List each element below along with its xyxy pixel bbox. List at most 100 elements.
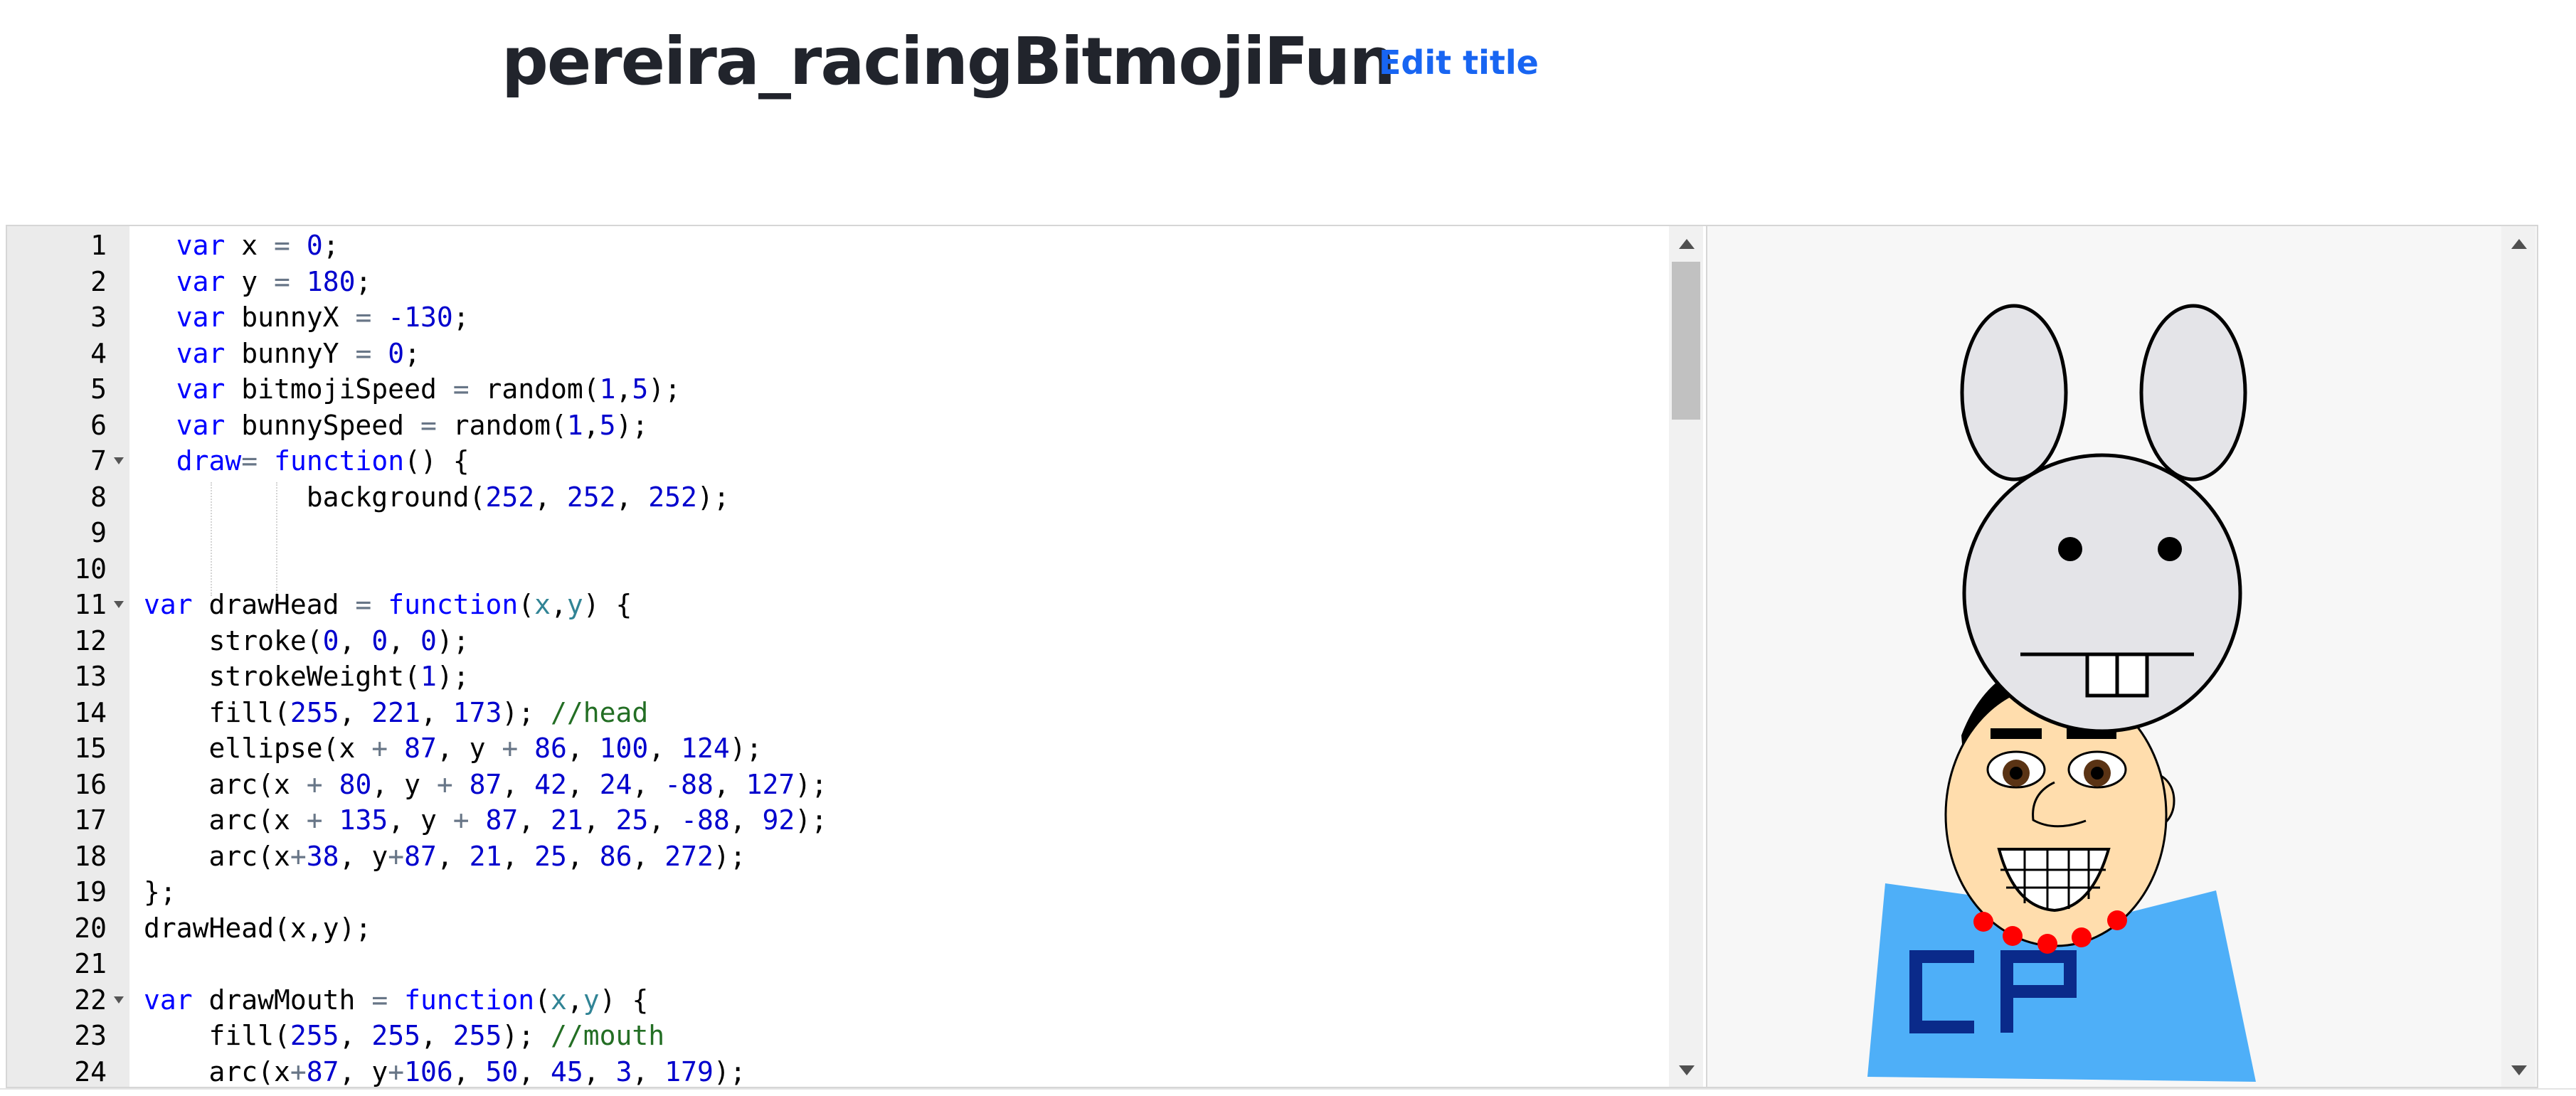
bunny-left-ear <box>1960 304 2068 482</box>
code-token: + <box>388 840 405 872</box>
scroll-up-icon[interactable] <box>1679 239 1695 249</box>
scroll-down-icon[interactable] <box>1679 1065 1695 1075</box>
code-line[interactable]: ellipse(x + 87, y + 86, 100, 124); <box>144 730 763 767</box>
line-number: 9 <box>90 517 107 548</box>
fold-toggle-icon[interactable] <box>114 457 124 464</box>
code-token: ); <box>713 1055 746 1087</box>
fold-toggle-icon[interactable] <box>114 601 124 608</box>
code-line[interactable]: arc(x+87, y+106, 50, 45, 3, 179); <box>144 1054 746 1087</box>
code-line[interactable]: var drawMouth = function(x,y) { <box>144 982 648 1018</box>
code-token: var <box>176 230 226 261</box>
code-token: function <box>388 589 519 620</box>
editor-scrollbar[interactable] <box>1669 226 1703 1087</box>
code-token: , <box>420 1020 453 1051</box>
code-token: var <box>176 373 226 405</box>
code-token: 80 <box>339 768 372 800</box>
code-line[interactable]: var bunnyY = 0; <box>144 336 420 372</box>
code-line[interactable]: fill(255, 255, 255); //mouth <box>144 1018 665 1054</box>
scroll-up-icon[interactable] <box>2511 239 2527 249</box>
code-token: bunnySpeed <box>225 409 420 441</box>
code-token: , y <box>388 804 453 836</box>
code-token: 1 <box>420 661 437 692</box>
code-token: 255 <box>290 1020 339 1051</box>
code-line[interactable]: var bunnySpeed = random(1,5); <box>144 408 649 444</box>
code-line[interactable]: var drawHead = function(x,y) { <box>144 587 632 623</box>
code-token: ) { <box>599 984 649 1016</box>
code-line[interactable]: arc(x+38, y+87, 21, 25, 86, 272); <box>144 839 746 875</box>
line-number: 23 <box>74 1020 107 1051</box>
code-token: , <box>648 733 682 764</box>
scroll-down-icon[interactable] <box>2511 1065 2527 1075</box>
code-line[interactable]: var y = 180; <box>144 264 372 300</box>
code-line[interactable]: strokeWeight(1); <box>144 659 470 695</box>
code-token: 127 <box>746 768 795 800</box>
code-token: 272 <box>664 840 714 872</box>
code-token: ; <box>404 337 420 369</box>
code-token: 179 <box>664 1055 714 1087</box>
code-line[interactable]: background(252, 252, 252); <box>144 479 730 516</box>
code-token: drawHead <box>192 589 356 620</box>
canvas-scrollbar[interactable] <box>2501 226 2535 1087</box>
code-token: -88 <box>681 804 730 836</box>
code-token: ); <box>436 624 470 656</box>
edit-title-link[interactable]: Edit title <box>1379 36 1539 90</box>
line-number: 11 <box>74 589 107 620</box>
code-token: bunnyY <box>225 337 356 369</box>
code-token: var <box>176 302 226 333</box>
code-line[interactable]: arc(x + 80, y + 87, 42, 24, -88, 127); <box>144 767 828 803</box>
code-token: var <box>176 409 226 441</box>
line-number: 15 <box>74 733 107 764</box>
code-token: ); <box>795 768 828 800</box>
code-token: + <box>436 768 453 800</box>
code-line[interactable]: var bitmojiSpeed = random(1,5); <box>144 371 681 408</box>
editor-scrollbar-thumb[interactable] <box>1672 262 1700 420</box>
code-line[interactable]: }; <box>144 874 176 910</box>
code-token: , <box>566 840 600 872</box>
code-token: , <box>566 768 600 800</box>
code-line[interactable]: arc(x + 135, y + 87, 21, 25, -88, 92); <box>144 802 828 839</box>
code-token: 255 <box>452 1020 502 1051</box>
code-line[interactable]: var bunnyX = -130; <box>144 299 470 336</box>
bunny-left-eye <box>2058 537 2082 561</box>
code-token: 1 <box>566 409 583 441</box>
canvas-output[interactable] <box>1706 225 2538 1088</box>
line-number: 13 <box>74 661 107 692</box>
code-editor[interactable]: 1 2 3 4 5 6 7 8 9 10 11 12 13 14 15 16 17 18 19 20 21 22 23 24 … <box>6 225 1706 1088</box>
code-line[interactable]: drawHead(x,y); <box>144 910 371 947</box>
code-token: 252 <box>485 481 535 513</box>
code-token: + <box>306 804 323 836</box>
code-token: , <box>615 373 632 405</box>
code-token: 255 <box>290 696 339 728</box>
code-token: 252 <box>566 481 616 513</box>
code-token: 180 <box>306 265 356 297</box>
code-token: x <box>551 984 567 1016</box>
line-number: 14 <box>74 696 107 728</box>
code-token: bitmojiSpeed <box>225 373 453 405</box>
code-line[interactable]: var x = 0; <box>144 228 339 264</box>
code-token: , <box>420 696 453 728</box>
fold-toggle-icon[interactable] <box>114 996 124 1004</box>
code-line[interactable]: stroke(0, 0, 0); <box>144 623 470 659</box>
code-token: ; <box>355 265 372 297</box>
code-token: random( <box>469 373 600 405</box>
code-token: + <box>502 733 519 764</box>
code-token: -130 <box>388 302 453 333</box>
left-pupil-center <box>2010 767 2023 780</box>
code-content[interactable]: var x = 0; var y = 180; var bunnyX = -13… <box>129 226 1669 1087</box>
code-token: , <box>518 804 551 836</box>
code-token: 221 <box>371 696 420 728</box>
code-token: y <box>225 265 275 297</box>
code-token: arc(x <box>144 768 307 800</box>
code-token: , <box>729 804 763 836</box>
code-token: ); <box>615 409 649 441</box>
code-token: var <box>144 589 193 620</box>
code-token: = <box>371 984 388 1016</box>
code-line[interactable]: fill(255, 221, 173); //head <box>144 695 649 731</box>
code-line[interactable]: draw= function() { <box>144 443 470 479</box>
